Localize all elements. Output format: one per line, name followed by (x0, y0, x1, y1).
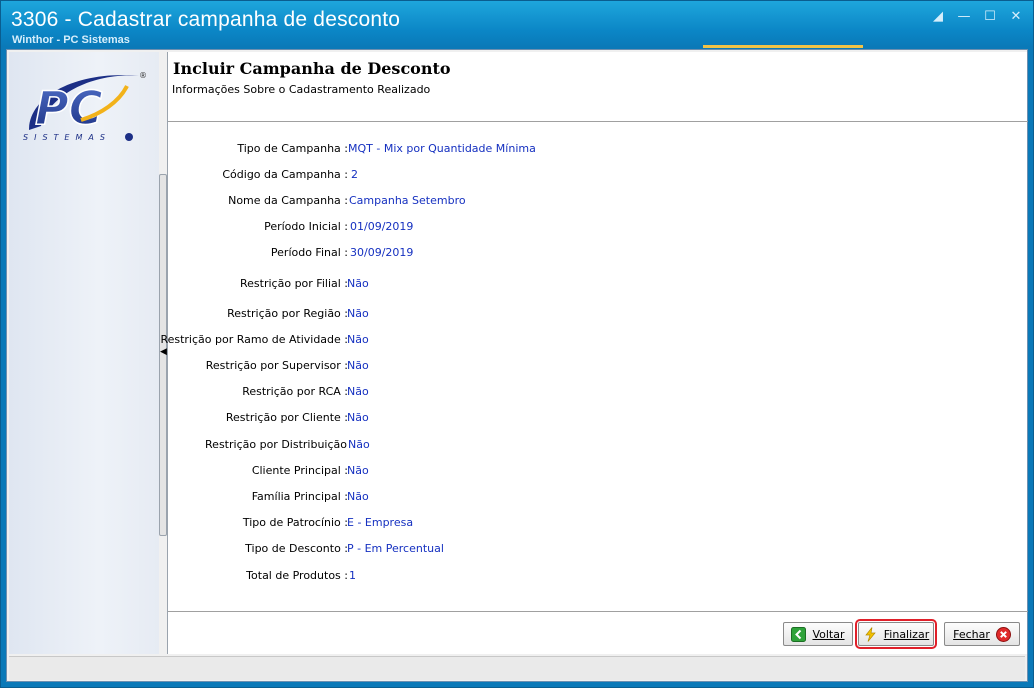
summary-label: Restrição por Filial : (240, 277, 348, 290)
summary-label: Restrição por RCA : (242, 385, 348, 398)
window-subtitle: Winthor - PC Sistemas (12, 34, 130, 46)
footer-divider (168, 611, 1028, 612)
summary-label: Código da Campanha : (222, 168, 348, 181)
summary-row: Restrição por Filial : Não (168, 276, 1028, 292)
back-arrow-icon (791, 626, 807, 642)
summary-value: Não (347, 411, 369, 424)
summary-row: Período Final :30/09/2019 (168, 245, 1028, 261)
summary-row: Total de Produtos :1 (168, 568, 1028, 584)
summary-row: Cliente Principal : Não (168, 463, 1028, 479)
fechar-label: Fechar (953, 627, 990, 641)
summary-value: 30/09/2019 (350, 246, 414, 259)
summary-row: Restrição por Região : Não (168, 306, 1028, 322)
voltar-button[interactable]: Voltar (783, 622, 853, 646)
page-title: Incluir Campanha de Desconto (173, 59, 451, 78)
summary-row: Código da Campanha :2 (168, 167, 1028, 183)
summary-label: Tipo de Desconto : (245, 542, 348, 555)
summary-label: Restrição por Distribuição (205, 438, 347, 451)
summary-label: Restrição por Ramo de Atividade : (160, 333, 348, 346)
summary-label: Período Inicial : (264, 220, 348, 233)
summary-row: Restrição por Cliente : Não (168, 410, 1028, 426)
summary-value: Não (347, 277, 369, 290)
maximize-icon[interactable]: ☐ (981, 9, 999, 25)
finalizar-label: Finalizar (883, 627, 930, 641)
summary-label: Tipo de Campanha : (237, 142, 348, 155)
summary-value: 1 (349, 569, 356, 582)
collapse-arrow-icon[interactable]: ◀ (160, 347, 167, 357)
summary-value: Não (347, 333, 369, 346)
header-divider (168, 121, 1028, 122)
summary-label: Família Principal : (251, 490, 348, 503)
summary-value: Não (347, 490, 369, 503)
summary-label: Tipo de Patrocínio : (242, 516, 348, 529)
summary-label: Total de Produtos : (246, 569, 348, 582)
summary-row: Período Inicial :01/09/2019 (168, 219, 1028, 235)
summary-value: Não (347, 464, 369, 477)
summary-value: P - Em Percentual (347, 542, 444, 555)
title-accent-bar (703, 45, 863, 48)
window-controls: ◢ — ☐ ✕ (929, 9, 1025, 25)
status-bar (9, 656, 1025, 680)
pc-sistemas-logo: PC ® SISTEMAS (21, 64, 149, 148)
summary-label: Restrição por Região : (227, 307, 348, 320)
close-circle-icon (995, 626, 1011, 642)
summary-row: Família Principal : Não (168, 489, 1028, 505)
summary-label: Nome da Campanha : (228, 194, 348, 207)
summary-row: Restrição por Supervisor : Não (168, 358, 1028, 374)
wizard-content: Incluir Campanha de Desconto Informações… (160, 52, 1028, 654)
voltar-label: Voltar (812, 627, 845, 641)
summary-value: Não (348, 438, 370, 451)
summary-row: Tipo de Desconto :P - Em Percentual (168, 541, 1028, 557)
summary-row: Restrição por Distribuição Não (168, 437, 1028, 453)
summary-label: Cliente Principal : (251, 464, 348, 477)
summary-row: Tipo de Patrocínio :E - Empresa (168, 515, 1028, 531)
close-icon[interactable]: ✕ (1007, 9, 1025, 25)
summary-value: Não (347, 359, 369, 372)
summary-value: E - Empresa (347, 516, 414, 529)
summary-value: 2 (351, 168, 358, 181)
page-subtitle: Informações Sobre o Cadastramento Realiz… (172, 83, 431, 96)
minimize-icon[interactable]: — (955, 9, 973, 25)
summary-row: Nome da Campanha : Campanha Setembro (168, 193, 1028, 209)
summary-value: Campanha Setembro (349, 194, 466, 207)
summary-value: 01/09/2019 (350, 220, 414, 233)
summary-value: MQT - Mix por Quantidade Mínima (348, 142, 536, 155)
finalizar-button[interactable]: Finalizar (855, 619, 937, 649)
lightning-icon (863, 626, 878, 642)
svg-text:PC: PC (35, 81, 103, 135)
side-panel: PC ® SISTEMAS (9, 52, 159, 654)
summary-row: Tipo de Campanha : MQT - Mix por Quantida… (168, 141, 1028, 157)
summary-row: Restrição por RCA : Não (168, 384, 1028, 400)
summary-value: Não (347, 385, 369, 398)
summary-row: Restrição por Ramo de Atividade : Não (160, 332, 1028, 348)
summary-label: Restrição por Cliente : (225, 411, 348, 424)
svg-text:®: ® (139, 71, 147, 80)
summary-label: Período Final : (270, 246, 348, 259)
app-window: 3306 - Cadastrar campanha de desconto Wi… (0, 0, 1034, 688)
restore-icon[interactable]: ◢ (929, 9, 947, 25)
svg-text:SISTEMAS: SISTEMAS (23, 133, 111, 142)
client-area: PC ® SISTEMAS ◀ Incluir Campanha de Desc… (6, 49, 1028, 682)
summary-label: Restrição por Supervisor : (205, 359, 348, 372)
fechar-button[interactable]: Fechar (944, 622, 1020, 646)
summary-value: Não (347, 307, 369, 320)
window-title: 3306 - Cadastrar campanha de desconto (11, 8, 401, 31)
